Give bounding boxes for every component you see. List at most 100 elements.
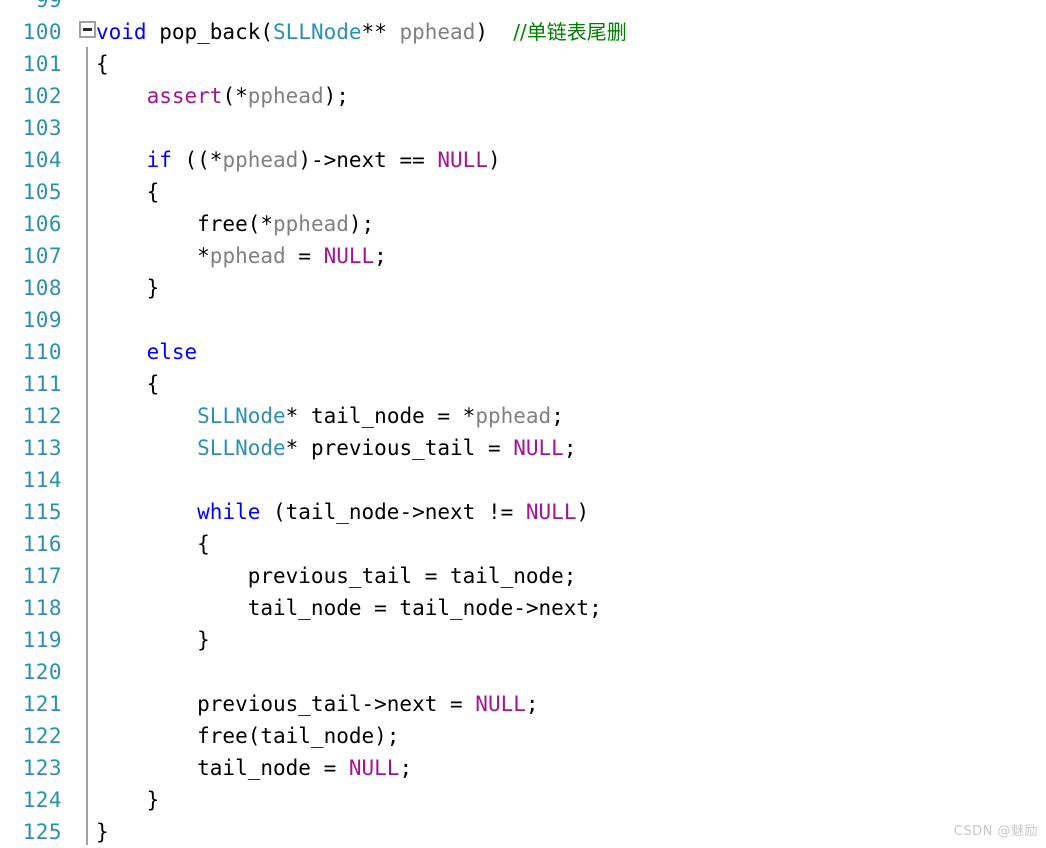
token-macro: assert (146, 84, 223, 108)
code-line[interactable]: 122 free(tail_node); (0, 720, 1046, 752)
token-plain: free(* (96, 212, 274, 236)
line-content[interactable]: tail_node = tail_node->next; (96, 592, 602, 624)
code-line[interactable]: 115 while (tail_node->next != NULL) (0, 496, 1046, 528)
line-content[interactable]: previous_tail = tail_node; (96, 560, 577, 592)
line-content[interactable]: while (tail_node->next != NULL) (96, 496, 589, 528)
line-number: 116 (22, 532, 62, 556)
token-param: pphead (209, 244, 286, 268)
token-plain: (* (222, 84, 248, 108)
token-plain: ; (551, 404, 564, 428)
line-number: 121 (22, 692, 62, 716)
code-line[interactable]: 107 *pphead = NULL; (0, 240, 1046, 272)
code-line[interactable]: 124 } (0, 784, 1046, 816)
token-plain: ) (487, 148, 501, 172)
line-content[interactable]: } (96, 784, 160, 816)
code-line[interactable]: 116 { (0, 528, 1046, 560)
line-number: 124 (22, 788, 62, 812)
code-line[interactable]: 101 { (0, 48, 1046, 80)
line-content[interactable]: { (96, 48, 109, 80)
code-line[interactable]: 103 (0, 112, 1046, 144)
line-content[interactable]: assert(*pphead); (96, 80, 349, 112)
line-content[interactable]: } (96, 816, 109, 848)
token-plain: )->next == (298, 148, 438, 172)
token-kw: void (96, 20, 160, 44)
code-line[interactable]: 99 (0, 0, 1046, 16)
token-comment: //单链表尾删 (513, 20, 627, 44)
line-content[interactable]: { (96, 176, 160, 208)
code-line[interactable]: 110 else (0, 336, 1046, 368)
line-number: 113 (22, 436, 62, 460)
line-number: 107 (22, 244, 62, 268)
line-content[interactable]: previous_tail->next = NULL; (96, 688, 539, 720)
code-line[interactable]: 117 previous_tail = tail_node; (0, 560, 1046, 592)
line-number: 99 (35, 0, 62, 12)
code-line[interactable]: 108 } (0, 272, 1046, 304)
line-content[interactable]: *pphead = NULL; (96, 240, 387, 272)
line-number: 108 (22, 276, 62, 300)
code-line[interactable]: 109 (0, 304, 1046, 336)
line-content[interactable]: SLLNode* previous_tail = NULL; (96, 432, 576, 464)
token-plain: ); (348, 212, 375, 236)
line-content[interactable]: { (96, 368, 160, 400)
code-line[interactable]: 121 previous_tail->next = NULL; (0, 688, 1046, 720)
line-content[interactable]: { (96, 528, 210, 560)
line-content[interactable]: free(tail_node); (96, 720, 399, 752)
line-content[interactable]: free(*pphead); (96, 208, 374, 240)
code-line[interactable]: 100 void pop_back(SLLNode** pphead) //单链表… (0, 16, 1046, 48)
line-number: 110 (22, 340, 62, 364)
code-line[interactable]: 102 assert(*pphead); (0, 80, 1046, 112)
token-plain: ) (475, 20, 514, 44)
token-param: pphead (222, 148, 299, 172)
line-number: 120 (22, 660, 62, 684)
line-content[interactable]: } (96, 624, 210, 656)
token-plain: ); (323, 84, 349, 108)
token-plain: { (96, 532, 210, 556)
token-plain: ; (525, 692, 539, 716)
token-plain: (tail_node->next != (260, 500, 526, 524)
line-number: 114 (22, 468, 62, 492)
token-plain: tail_node = tail_node->next; (96, 596, 602, 620)
token-plain: free(tail_node); (96, 724, 400, 748)
csdn-watermark: CSDN @魅励 (953, 824, 1038, 839)
line-number: 118 (22, 596, 62, 620)
code-line[interactable]: 114 (0, 464, 1046, 496)
token-plain: * tail_node = * (285, 404, 476, 428)
code-line[interactable]: 106 free(*pphead); (0, 208, 1046, 240)
token-macro: NULL (348, 756, 400, 780)
line-content[interactable]: void pop_back(SLLNode** pphead) //单链表尾删 (96, 16, 627, 48)
code-line[interactable]: 125} (0, 816, 1046, 848)
code-line[interactable]: 123 tail_node = NULL; (0, 752, 1046, 784)
line-content[interactable]: else (96, 336, 198, 368)
line-content[interactable]: SLLNode* tail_node = *pphead; (96, 400, 564, 432)
line-number: 106 (22, 212, 62, 236)
code-line[interactable]: 118 tail_node = tail_node->next; (0, 592, 1046, 624)
token-plain: ((* (171, 148, 223, 172)
token-param: pphead (247, 84, 324, 108)
line-content[interactable]: if ((*pphead)->next == NULL) (96, 144, 501, 176)
token-plain: ; (399, 756, 413, 780)
line-content[interactable]: tail_node = NULL; (96, 752, 412, 784)
code-line[interactable]: 111 { (0, 368, 1046, 400)
line-number: 103 (22, 116, 62, 140)
code-line[interactable]: 120 (0, 656, 1046, 688)
line-content[interactable]: } (96, 272, 160, 304)
line-number: 125 (22, 820, 62, 844)
token-macro: NULL (513, 436, 564, 460)
token-macro: NULL (437, 148, 488, 172)
code-line[interactable]: 119 } (0, 624, 1046, 656)
token-kw: while (197, 500, 261, 524)
token-param: pphead (273, 212, 349, 236)
code-line[interactable]: 104 if ((*pphead)->next == NULL) (0, 144, 1046, 176)
code-line[interactable]: 113 SLLNode* previous_tail = NULL; (0, 432, 1046, 464)
code-line[interactable]: 112 SLLNode* tail_node = *pphead; (0, 400, 1046, 432)
code-editor-view[interactable]: 99 100 void pop_back(SLLNode** pphead) //单… (0, 0, 1046, 845)
line-number: 123 (22, 756, 62, 780)
line-number: 105 (22, 180, 62, 204)
code-line[interactable]: 105 { (0, 176, 1046, 208)
line-number: 100 (22, 20, 62, 44)
token-macro: NULL (323, 244, 375, 268)
